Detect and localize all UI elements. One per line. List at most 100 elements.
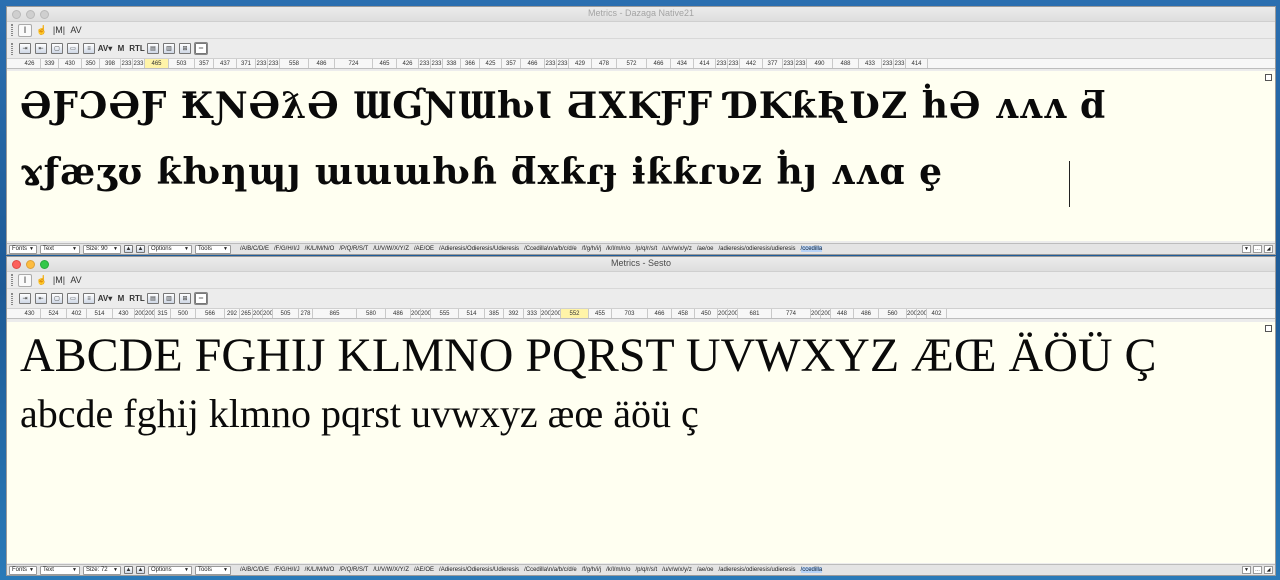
baseline-icon[interactable]: ═ <box>194 292 208 305</box>
canvas-options-button[interactable] <box>1265 325 1272 332</box>
fonts-menu[interactable]: Fonts ▼ <box>9 244 37 254</box>
more-icon[interactable]: … <box>1253 566 1262 574</box>
advance-width-cell[interactable]: 233 <box>256 59 268 68</box>
advance-width-cell[interactable]: 572 <box>617 59 647 68</box>
advance-width-cell[interactable]: 200 <box>551 309 561 318</box>
advance-width-cell[interactable]: 200 <box>917 309 927 318</box>
advance-width-cell[interactable]: 292 <box>225 309 240 318</box>
baseline-icon[interactable]: ═ <box>194 42 208 55</box>
tools-menu[interactable]: Tools ▼ <box>194 244 231 254</box>
advance-width-cell[interactable]: 865 <box>313 309 357 318</box>
small-a-icon[interactable]: ▲ <box>123 566 133 574</box>
advance-width-cell[interactable]: 448 <box>831 309 854 318</box>
advance-width-cell[interactable]: 465 <box>145 59 169 68</box>
window-layout-icon[interactable]: ▤ <box>147 43 159 54</box>
rtl-icon[interactable]: RTL <box>129 43 145 54</box>
advance-width-cell[interactable]: 333 <box>524 309 541 318</box>
advance-width-cell[interactable]: 514 <box>87 309 113 318</box>
advance-width-cell[interactable]: 200 <box>907 309 917 318</box>
advance-width-cell[interactable]: 430 <box>59 59 82 68</box>
text-menu[interactable]: Text ▼ <box>39 565 80 575</box>
advance-width-cell[interactable]: 774 <box>772 309 811 318</box>
advance-width-cell[interactable]: 488 <box>833 59 859 68</box>
advance-width-cell[interactable]: 414 <box>906 59 928 68</box>
advance-width-cell[interactable]: 200 <box>135 309 145 318</box>
text-tool-icon[interactable]: I <box>18 273 32 287</box>
list-menu-icon[interactable]: ≡ <box>83 293 95 304</box>
tools-menu[interactable]: Tools ▼ <box>194 565 231 575</box>
text-tool-icon[interactable]: I <box>18 23 32 37</box>
advance-width-cell[interactable]: 433 <box>859 59 882 68</box>
advance-width-cell[interactable]: 233 <box>795 59 807 68</box>
advance-width-cell[interactable]: 434 <box>671 59 694 68</box>
kerning-dropdown-icon[interactable]: AV▾ <box>98 43 113 54</box>
advance-width-cell[interactable]: 357 <box>195 59 214 68</box>
size-field[interactable]: Size: 90 ▼ <box>82 244 121 254</box>
advance-width-cell[interactable]: 233 <box>728 59 740 68</box>
resize-icon[interactable]: ◢ <box>1264 245 1273 253</box>
advance-width-cell[interactable]: 233 <box>783 59 795 68</box>
fonts-menu[interactable]: Fonts ▼ <box>9 565 37 575</box>
kern-metric-icon[interactable]: M <box>115 293 127 304</box>
auto-kern-icon[interactable]: ⇤ <box>35 43 47 54</box>
selected-glyph-name[interactable]: /ccedilla <box>800 246 823 252</box>
advance-width-cell[interactable]: 200 <box>728 309 738 318</box>
auto-space-icon[interactable]: ⇥ <box>19 43 31 54</box>
advance-width-cell[interactable]: 514 <box>459 309 485 318</box>
advance-width-cell[interactable]: 437 <box>214 59 237 68</box>
metrics-canvas[interactable]: ƏƑƆƏƑ ҞƝƏƛƏ ƜƓƝƜƕƖ ƋXƘƑƑ ƊƘƙƦƲZ ḣƏ ʌʌʌ ƌ… <box>7 71 1275 241</box>
advance-width-cell[interactable]: 385 <box>485 309 504 318</box>
advance-width-cell[interactable]: 402 <box>927 309 947 318</box>
advance-width-cell[interactable]: 200 <box>421 309 431 318</box>
advance-width-cell[interactable]: 200 <box>253 309 263 318</box>
kern-tool-icon[interactable]: AV <box>69 274 83 287</box>
toolbar-grip[interactable] <box>11 274 13 286</box>
glyph-string-display[interactable]: /A/B/C/D/E/F/G/H/I/J/K/L/M/N/O/P/Q/R/S/T… <box>240 246 827 252</box>
toolbar-grip[interactable] <box>11 42 13 55</box>
advance-width-cell[interactable]: 392 <box>504 309 524 318</box>
advance-width-cell[interactable]: 265 <box>240 309 253 318</box>
advance-width-cell[interactable]: 200 <box>263 309 273 318</box>
advance-width-cell[interactable]: 429 <box>569 59 592 68</box>
small-a-icon[interactable]: ▲ <box>123 245 133 253</box>
window-layout-icon[interactable]: ▤ <box>147 293 159 304</box>
advance-width-cell[interactable]: 200 <box>811 309 821 318</box>
toolbar-grip[interactable] <box>11 292 13 305</box>
chevron-down-icon[interactable]: ▼ <box>1242 245 1251 253</box>
advance-width-cell[interactable]: 466 <box>647 59 671 68</box>
advance-width-cell[interactable]: 566 <box>196 309 225 318</box>
advance-width-cell[interactable]: 233 <box>716 59 728 68</box>
list-menu-icon[interactable]: ≡ <box>83 43 95 54</box>
advance-width-cell[interactable]: 366 <box>461 59 480 68</box>
window-titlebar[interactable]: Metrics - Dazaga Native21 <box>7 7 1275 22</box>
advance-width-cell[interactable]: 430 <box>113 309 135 318</box>
align-icon[interactable]: ⊞ <box>179 43 191 54</box>
window-titlebar[interactable]: Metrics - Sesto <box>7 257 1275 272</box>
auto-space-icon[interactable]: ⇥ <box>19 293 31 304</box>
advance-width-cell[interactable]: 450 <box>695 309 718 318</box>
advance-width-cell[interactable]: 233 <box>557 59 569 68</box>
advance-width-cell[interactable]: 426 <box>19 59 41 68</box>
hand-tool-icon[interactable]: ☝ <box>35 274 49 287</box>
advance-width-cell[interactable]: 486 <box>854 309 879 318</box>
folder-icon[interactable]: ▭ <box>67 43 79 54</box>
advance-width-cell[interactable]: 465 <box>373 59 397 68</box>
canvas-options-button[interactable] <box>1265 74 1272 81</box>
advance-width-cell[interactable]: 339 <box>41 59 59 68</box>
advance-width-cell[interactable]: 233 <box>882 59 894 68</box>
advance-width-cell[interactable]: 233 <box>419 59 431 68</box>
advance-width-cell[interactable]: 233 <box>121 59 133 68</box>
advance-width-cell[interactable]: 425 <box>480 59 502 68</box>
text-menu[interactable]: Text ▼ <box>39 244 80 254</box>
advance-width-cell[interactable]: 486 <box>309 59 335 68</box>
kern-tool-icon[interactable]: AV <box>69 24 83 37</box>
large-a-icon[interactable]: ▲ <box>135 566 145 574</box>
advance-width-cell[interactable]: 233 <box>431 59 443 68</box>
toolbar-grip[interactable] <box>11 24 13 36</box>
advance-width-cell[interactable]: 200 <box>541 309 551 318</box>
advance-width-cell[interactable]: 315 <box>155 309 171 318</box>
rtl-icon[interactable]: RTL <box>129 293 145 304</box>
advance-width-cell[interactable]: 233 <box>894 59 906 68</box>
large-a-icon[interactable]: ▲ <box>135 245 145 253</box>
advance-width-cell[interactable]: 350 <box>82 59 100 68</box>
